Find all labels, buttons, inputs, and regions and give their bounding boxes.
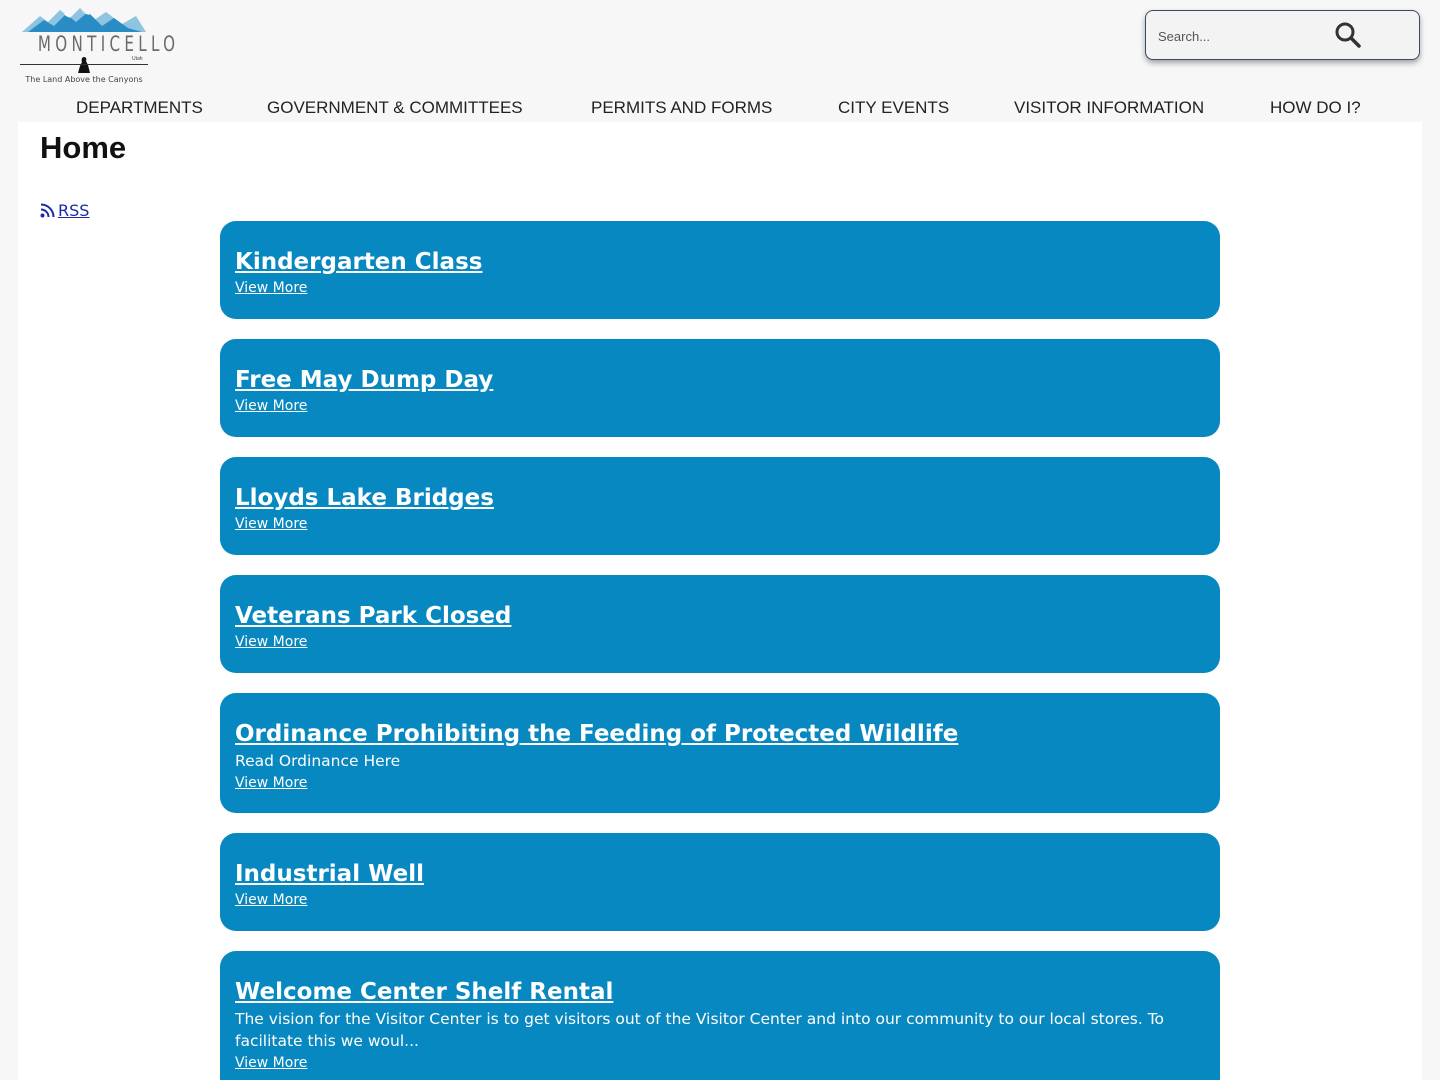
rss-link-wrap: RSS: [40, 201, 89, 220]
page-title: Home: [40, 130, 127, 165]
mountain-icon: [22, 8, 146, 32]
news-title-link[interactable]: Industrial Well: [235, 859, 1205, 889]
nav-city-events[interactable]: CITY EVENTS: [838, 98, 949, 118]
news-title-link[interactable]: Lloyds Lake Bridges: [235, 483, 1205, 513]
view-more-link[interactable]: View More: [235, 396, 307, 416]
search-button[interactable]: [1334, 21, 1362, 49]
search-input[interactable]: [1158, 25, 1328, 47]
rider-icon: [78, 57, 90, 73]
view-more-link[interactable]: View More: [235, 773, 307, 793]
logo-tagline: The Land Above the Canyons: [25, 75, 143, 84]
nav-visitor-information[interactable]: VISITOR INFORMATION: [1014, 98, 1204, 118]
news-description: The vision for the Visitor Center is to …: [235, 1010, 1165, 1050]
view-more-link[interactable]: View More: [235, 278, 307, 298]
logo-name: MONTICELLO: [37, 32, 180, 56]
news-card: Welcome Center Shelf Rental The vision f…: [220, 951, 1220, 1080]
news-title-link[interactable]: Welcome Center Shelf Rental: [235, 977, 1205, 1007]
news-title-link[interactable]: Ordinance Prohibiting the Feeding of Pro…: [235, 719, 1205, 749]
site-logo[interactable]: MONTICELLO Utah The Land Above the Canyo…: [18, 4, 180, 88]
nav-departments[interactable]: DEPARTMENTS: [76, 98, 203, 118]
news-card: Veterans Park Closed View More: [220, 575, 1220, 673]
news-description: Read Ordinance Here: [235, 752, 401, 770]
news-card: Lloyds Lake Bridges View More: [220, 457, 1220, 555]
nav-permits-forms[interactable]: PERMITS AND FORMS: [591, 98, 772, 118]
nav-government-committees[interactable]: GOVERNMENT & COMMITTEES: [267, 98, 523, 118]
logo-divider: [20, 64, 148, 65]
search-icon: [1335, 22, 1361, 48]
rss-link[interactable]: RSS: [58, 201, 89, 220]
news-title-link[interactable]: Kindergarten Class: [235, 247, 1205, 277]
news-card: Kindergarten Class View More: [220, 221, 1220, 319]
news-card: Ordinance Prohibiting the Feeding of Pro…: [220, 693, 1220, 813]
search-box: [1145, 10, 1420, 60]
view-more-link[interactable]: View More: [235, 1053, 307, 1073]
logo-state: Utah: [132, 56, 143, 62]
main-nav: DEPARTMENTS GOVERNMENT & COMMITTEES PERM…: [0, 94, 1440, 122]
news-title-link[interactable]: Veterans Park Closed: [235, 601, 1205, 631]
news-card: Free May Dump Day View More: [220, 339, 1220, 437]
view-more-link[interactable]: View More: [235, 514, 307, 534]
site-header: MONTICELLO Utah The Land Above the Canyo…: [0, 0, 1440, 122]
main-content: Home RSS Kindergarten Class View More Fr…: [18, 122, 1422, 1080]
nav-how-do-i[interactable]: HOW DO I?: [1270, 98, 1361, 118]
news-card: Industrial Well View More: [220, 833, 1220, 931]
news-title-link[interactable]: Free May Dump Day: [235, 365, 1205, 395]
rss-icon[interactable]: [40, 203, 55, 218]
view-more-link[interactable]: View More: [235, 632, 307, 652]
view-more-link[interactable]: View More: [235, 890, 307, 910]
